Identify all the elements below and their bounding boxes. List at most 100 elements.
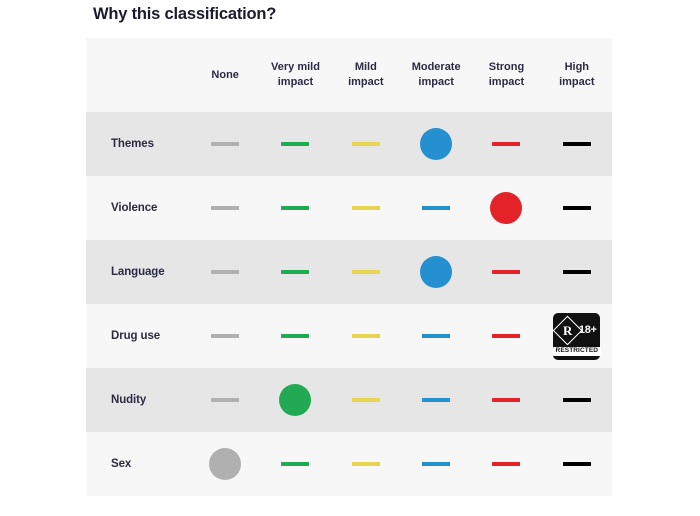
rating-cell-high[interactable]: [542, 432, 612, 496]
row-label: Sex: [111, 458, 131, 470]
level-dash-very-mild: [281, 206, 309, 210]
row-label-cell: Sex: [86, 432, 190, 496]
level-dash-very-mild: [281, 462, 309, 466]
column-header-moderate: Moderateimpact: [401, 38, 471, 112]
rating-cell-mild[interactable]: [331, 368, 401, 432]
row-label: Nudity: [111, 394, 146, 406]
level-dash-mild: [352, 398, 380, 402]
row-label: Drug use: [111, 330, 160, 342]
rating-cell-moderate[interactable]: [401, 112, 471, 176]
level-dash-moderate: [422, 462, 450, 466]
restricted-rating-badge[interactable]: R18+ RESTRICTED: [553, 313, 600, 360]
rating-cell-very-mild[interactable]: [260, 304, 330, 368]
classification-panel: Why this classification? NoneVery mildim…: [0, 0, 700, 516]
level-dash-high: [563, 206, 591, 210]
column-header-line2: impact: [348, 75, 383, 90]
level-dash-high: [563, 142, 591, 146]
level-dash-high: [563, 270, 591, 274]
level-dash-mild: [352, 334, 380, 338]
rating-cell-very-mild[interactable]: [260, 432, 330, 496]
column-header-line1: Mild: [348, 60, 383, 75]
table-row: Sex: [86, 432, 612, 496]
row-label-cell: Language: [86, 240, 190, 304]
page-title: Why this classification?: [93, 5, 276, 24]
rating-cell-very-mild[interactable]: [260, 176, 330, 240]
rating-cell-high[interactable]: [542, 368, 612, 432]
table-row: Violence: [86, 176, 612, 240]
row-label-cell: Violence: [86, 176, 190, 240]
level-dash-very-mild: [281, 334, 309, 338]
table-row: Nudity: [86, 368, 612, 432]
level-dash-moderate: [422, 206, 450, 210]
rating-cell-moderate[interactable]: [401, 240, 471, 304]
level-dash-strong: [492, 398, 520, 402]
rating-cell-high[interactable]: [542, 240, 612, 304]
level-dash-mild: [352, 206, 380, 210]
column-header-line1: Strong: [489, 60, 524, 75]
rating-cell-moderate[interactable]: [401, 432, 471, 496]
rating-cell-strong[interactable]: [471, 176, 541, 240]
rating-cell-mild[interactable]: [331, 240, 401, 304]
row-label: Themes: [111, 138, 154, 150]
rating-cell-none[interactable]: [190, 432, 260, 496]
rating-cell-moderate[interactable]: [401, 304, 471, 368]
rating-cell-none[interactable]: [190, 176, 260, 240]
rating-cell-high[interactable]: [542, 176, 612, 240]
level-dash-high: [563, 398, 591, 402]
column-header-line1: Moderate: [412, 60, 461, 75]
rating-cell-strong[interactable]: [471, 240, 541, 304]
column-header-line1: Very mild: [271, 60, 320, 75]
column-header-very-mild: Very mildimpact: [260, 38, 330, 112]
level-dash-none: [211, 398, 239, 402]
rating-cell-strong[interactable]: [471, 304, 541, 368]
level-dash-none: [211, 142, 239, 146]
row-label-cell: Themes: [86, 112, 190, 176]
rating-cell-mild[interactable]: [331, 304, 401, 368]
rating-cell-very-mild[interactable]: [260, 368, 330, 432]
rating-cell-none[interactable]: [190, 304, 260, 368]
column-header-line2: impact: [412, 75, 461, 90]
level-dash-none: [211, 206, 239, 210]
column-header-line2: impact: [559, 75, 594, 90]
selected-level-dot-strong: [490, 192, 522, 224]
rating-cell-none[interactable]: [190, 112, 260, 176]
rating-cell-mild[interactable]: [331, 176, 401, 240]
badge-symbol-row: R18+: [553, 317, 600, 345]
diamond-icon: R: [553, 316, 583, 346]
level-dash-very-mild: [281, 270, 309, 274]
rating-cell-strong[interactable]: [471, 368, 541, 432]
column-header-mild: Mildimpact: [331, 38, 401, 112]
column-header-high: Highimpact: [542, 38, 612, 112]
rating-cell-moderate[interactable]: [401, 368, 471, 432]
rating-cell-very-mild[interactable]: [260, 240, 330, 304]
table-row: Drug use R18+ RESTRICTED: [86, 304, 612, 368]
level-dash-strong: [492, 462, 520, 466]
rating-cell-none[interactable]: [190, 240, 260, 304]
rating-cell-mild[interactable]: [331, 432, 401, 496]
row-label: Language: [111, 266, 165, 278]
level-dash-mild: [352, 142, 380, 146]
badge-restricted-label: RESTRICTED: [553, 347, 602, 356]
level-dash-mild: [352, 462, 380, 466]
column-header-line1: High: [559, 60, 594, 75]
badge-rating-letter: R: [563, 324, 572, 337]
level-dash-none: [211, 334, 239, 338]
rating-cell-mild[interactable]: [331, 112, 401, 176]
level-dash-strong: [492, 334, 520, 338]
rating-cell-moderate[interactable]: [401, 176, 471, 240]
rating-cell-very-mild[interactable]: [260, 112, 330, 176]
level-dash-mild: [352, 270, 380, 274]
level-dash-strong: [492, 270, 520, 274]
rating-cell-high[interactable]: [542, 112, 612, 176]
column-header-strong: Strongimpact: [471, 38, 541, 112]
selected-level-dot-very-mild: [279, 384, 311, 416]
rating-cell-high[interactable]: R18+ RESTRICTED: [542, 304, 612, 368]
row-label-cell: Drug use: [86, 304, 190, 368]
table-corner-cell: [86, 38, 190, 112]
rating-cell-none[interactable]: [190, 368, 260, 432]
column-header-line1: None: [211, 68, 239, 83]
rating-cell-strong[interactable]: [471, 432, 541, 496]
column-header-none: None: [190, 38, 260, 112]
rating-cell-strong[interactable]: [471, 112, 541, 176]
level-dash-strong: [492, 142, 520, 146]
